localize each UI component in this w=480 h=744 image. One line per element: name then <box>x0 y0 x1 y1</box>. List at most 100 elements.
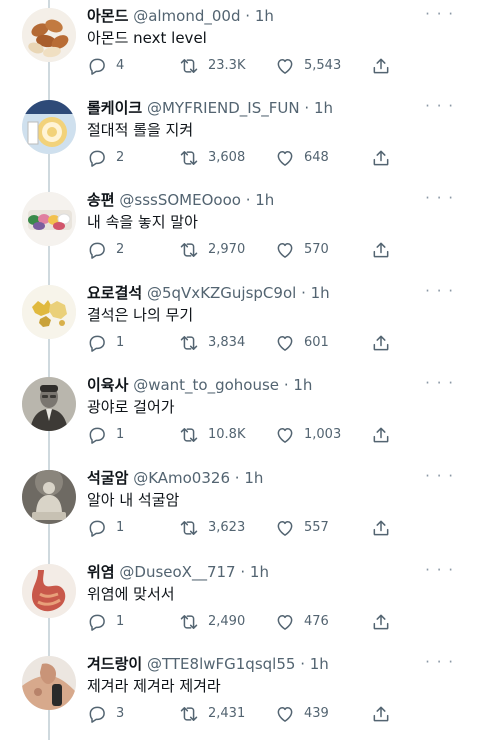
retweet-button[interactable]: 23.3K <box>179 56 245 76</box>
tweet[interactable]: 요로결석 @5qVxKZGujspC9ol · 1h · · · 결석은 나의 … <box>0 281 480 373</box>
more-options-icon[interactable]: · · · <box>425 560 454 580</box>
tweet[interactable]: 겨드랑이 @TTE8lwFG1qsql55 · 1h · · · 제겨라 제겨라… <box>0 652 480 744</box>
like-button[interactable]: 476 <box>275 612 329 632</box>
retweet-button[interactable]: 3,623 <box>179 518 245 538</box>
share-button[interactable] <box>371 56 391 76</box>
timestamp[interactable]: 1h <box>311 284 330 302</box>
user-handle[interactable]: @DuseoX__717 <box>119 563 235 581</box>
like-button[interactable]: 1,003 <box>275 425 341 445</box>
avatar-songpyeon[interactable] <box>22 192 76 246</box>
more-options-icon[interactable]: · · · <box>425 373 454 393</box>
reply-button[interactable]: 4 <box>87 56 124 76</box>
user-handle[interactable]: @MYFRIEND_IS_FUN <box>147 99 300 117</box>
separator: · <box>245 7 251 25</box>
like-button[interactable]: 557 <box>275 518 329 538</box>
retweet-count: 2,970 <box>208 242 246 257</box>
user-handle[interactable]: @want_to_gohouse <box>133 376 279 394</box>
share-button[interactable] <box>371 425 391 445</box>
share-button[interactable] <box>371 333 391 353</box>
retweet-icon <box>179 612 199 632</box>
tweet[interactable]: 석굴암 @KAmo0326 · 1h · · · 알아 내 석굴암 1 3,62… <box>0 466 480 558</box>
avatar-stomach[interactable] <box>22 564 76 618</box>
retweet-button[interactable]: 2,431 <box>179 704 245 724</box>
tweet[interactable]: 송편 @sssSOMEOooo · 1h · · · 내 속을 놓지 말아 2 … <box>0 188 480 280</box>
tweet-actions: 2 3,608 648 <box>87 148 407 168</box>
separator: · <box>240 563 246 581</box>
reply-button[interactable]: 1 <box>87 518 124 538</box>
timestamp[interactable]: 1h <box>293 376 312 394</box>
like-button[interactable]: 601 <box>275 333 329 353</box>
display-name[interactable]: 겨드랑이 <box>87 655 142 673</box>
like-count: 476 <box>304 614 329 629</box>
more-options-icon[interactable]: · · · <box>425 652 454 672</box>
tweet[interactable]: 위염 @DuseoX__717 · 1h · · · 위염에 맞서서 1 2,4… <box>0 560 480 652</box>
avatar-portrait[interactable] <box>22 377 76 431</box>
user-handle[interactable]: @sssSOMEOooo <box>119 191 241 209</box>
more-options-icon[interactable]: · · · <box>425 281 454 301</box>
share-button[interactable] <box>371 240 391 260</box>
display-name[interactable]: 위염 <box>87 563 115 581</box>
avatar-buddha-statue[interactable] <box>22 470 76 524</box>
heart-icon <box>275 240 295 260</box>
display-name[interactable]: 롤케이크 <box>87 99 142 117</box>
reply-icon <box>87 333 107 353</box>
avatar-almonds[interactable] <box>22 8 76 62</box>
display-name[interactable]: 이육사 <box>87 376 128 394</box>
timestamp[interactable]: 1h <box>255 7 274 25</box>
retweet-count: 3,834 <box>208 335 246 350</box>
reply-button[interactable]: 1 <box>87 425 124 445</box>
reply-button[interactable]: 3 <box>87 704 124 724</box>
more-options-icon[interactable]: · · · <box>425 466 454 486</box>
avatar-roll-cake[interactable] <box>22 100 76 154</box>
display-name[interactable]: 석굴암 <box>87 469 128 487</box>
heart-icon <box>275 425 295 445</box>
timestamp[interactable]: 1h <box>314 99 333 117</box>
retweet-button[interactable]: 10.8K <box>179 425 245 445</box>
timestamp[interactable]: 1h <box>255 191 274 209</box>
tweet[interactable]: 롤케이크 @MYFRIEND_IS_FUN · 1h · · · 절대적 롤을 … <box>0 96 480 188</box>
tweet[interactable]: 이육사 @want_to_gohouse · 1h · · · 광야로 걸어가 … <box>0 373 480 465</box>
like-button[interactable]: 439 <box>275 704 329 724</box>
timestamp[interactable]: 1h <box>250 563 269 581</box>
timestamp[interactable]: 1h <box>244 469 263 487</box>
display-name[interactable]: 송편 <box>87 191 115 209</box>
reply-button[interactable]: 2 <box>87 240 124 260</box>
user-handle[interactable]: @KAmo0326 <box>133 469 230 487</box>
heart-icon <box>275 333 295 353</box>
tweet[interactable]: 아몬드 @almond_00d · 1h · · · 아몬드 next leve… <box>0 4 480 96</box>
tweet-header: 위염 @DuseoX__717 · 1h <box>87 562 269 582</box>
reply-button[interactable]: 2 <box>87 148 124 168</box>
reply-icon <box>87 704 107 724</box>
reply-button[interactable]: 1 <box>87 333 124 353</box>
user-handle[interactable]: @5qVxKZGujspC9ol <box>147 284 296 302</box>
like-button[interactable]: 5,543 <box>275 56 341 76</box>
more-options-icon[interactable]: · · · <box>425 96 454 116</box>
retweet-button[interactable]: 3,834 <box>179 333 245 353</box>
like-button[interactable]: 570 <box>275 240 329 260</box>
retweet-button[interactable]: 2,490 <box>179 612 245 632</box>
user-handle[interactable]: @almond_00d <box>133 7 240 25</box>
display-name[interactable]: 요로결석 <box>87 284 142 302</box>
reply-count: 2 <box>116 242 125 257</box>
share-button[interactable] <box>371 704 391 724</box>
retweet-button[interactable]: 2,970 <box>179 240 245 260</box>
share-button[interactable] <box>371 148 391 168</box>
reply-button[interactable]: 1 <box>87 612 124 632</box>
like-button[interactable]: 648 <box>275 148 329 168</box>
retweet-icon <box>179 56 199 76</box>
retweet-button[interactable]: 3,608 <box>179 148 245 168</box>
reply-icon <box>87 56 107 76</box>
more-options-icon[interactable]: · · · <box>425 188 454 208</box>
user-handle[interactable]: @TTE8lwFG1qsql55 <box>147 655 295 673</box>
display-name[interactable]: 아몬드 <box>87 7 128 25</box>
avatar-kidney-stones[interactable] <box>22 285 76 339</box>
timestamp[interactable]: 1h <box>310 655 329 673</box>
more-options-icon[interactable]: · · · <box>425 4 454 24</box>
tweet-actions: 3 2,431 439 <box>87 704 407 724</box>
avatar-armpit[interactable] <box>22 656 76 710</box>
share-button[interactable] <box>371 518 391 538</box>
tweet-text: 결석은 나의 무기 <box>87 306 194 324</box>
share-icon <box>371 612 391 632</box>
share-button[interactable] <box>371 612 391 632</box>
retweet-count: 23.3K <box>208 58 246 73</box>
